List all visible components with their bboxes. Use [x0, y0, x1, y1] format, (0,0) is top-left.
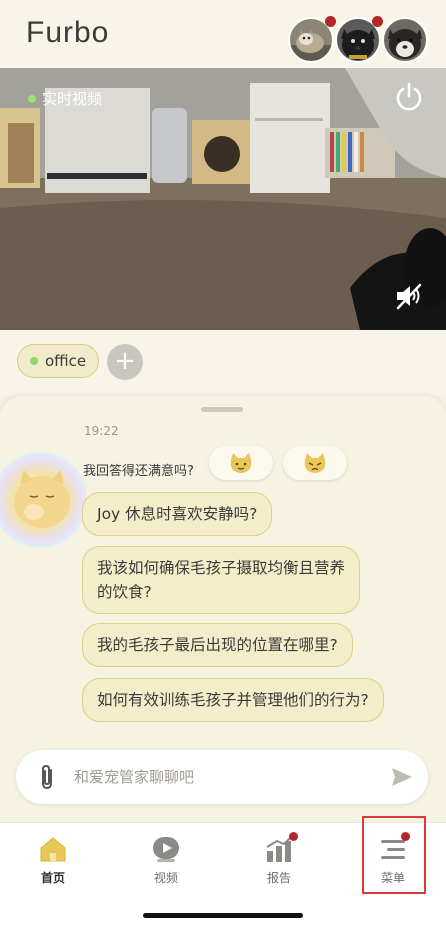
cat-bubble-mascot-icon [0, 452, 88, 548]
suggested-question[interactable]: 如何有效训练毛孩子并管理他们的行为? [82, 678, 384, 722]
nav-report[interactable]: 报告 [244, 831, 314, 897]
paperclip-icon [42, 764, 52, 790]
live-video-text: 实时视频 [42, 90, 103, 108]
happy-cat-icon [230, 453, 252, 473]
chat-timestamp: 19:22 [84, 424, 119, 438]
video-play-icon [153, 837, 179, 862]
online-status-dot [30, 357, 38, 365]
home-icon [40, 837, 66, 862]
pet-avatar-black-dog[interactable] [335, 16, 383, 63]
power-icon [396, 82, 422, 111]
nav-video-label: 视频 [153, 871, 178, 885]
app-header: Furbo [0, 0, 446, 68]
rate-happy-button[interactable] [209, 446, 273, 480]
suggestion-text: 如何有效训练毛孩子并管理他们的行为? [97, 691, 369, 709]
menu-highlight-box [362, 816, 426, 894]
shiba-avatar-image [382, 17, 428, 63]
speaker-muted-icon [396, 283, 422, 310]
device-name: office [45, 352, 87, 370]
suggestion-text: 我该如何确保毛孩子摄取均衡且营养 [97, 559, 346, 577]
live-video-label: 实时视频 [28, 88, 102, 109]
furbo-logo: Furbo [26, 16, 110, 49]
suggestion-text: 的饮食? [97, 583, 152, 601]
attach-button[interactable] [36, 763, 58, 791]
camera-power-button[interactable] [394, 82, 424, 112]
satisfaction-prompt: 我回答得还满意吗? [83, 464, 194, 479]
suggested-question[interactable]: Joy 休息时喜欢安静吗? [82, 492, 273, 536]
chat-input-bar [16, 750, 428, 804]
notification-dot [289, 832, 298, 841]
panel-drag-handle[interactable] [201, 407, 243, 412]
suggested-question[interactable]: 我该如何确保毛孩子摄取均衡且营养 的饮食? [82, 546, 361, 614]
send-button[interactable] [390, 766, 414, 788]
device-selector-row: office + [0, 330, 446, 396]
pet-avatar-shiba[interactable] [382, 17, 428, 63]
pet-avatar-cat[interactable] [288, 16, 336, 63]
ai-pet-assistant-avatar [0, 440, 88, 560]
nav-home[interactable]: 首页 [18, 831, 88, 897]
live-status-dot [28, 94, 36, 103]
rate-unhappy-button[interactable] [283, 446, 347, 480]
nav-video[interactable]: 视频 [131, 831, 201, 897]
notification-dot [372, 16, 383, 27]
device-chip-office[interactable]: office [17, 344, 100, 378]
send-arrow-icon [392, 768, 412, 786]
notification-dot [325, 16, 336, 27]
suggestion-text: 我的毛孩子最后出现的位置在哪里? [97, 636, 338, 654]
chat-message-input[interactable] [74, 762, 374, 792]
plus-icon: + [114, 346, 136, 376]
suggested-question[interactable]: 我的毛孩子最后出现的位置在哪里? [82, 623, 353, 667]
add-device-button[interactable]: + [107, 344, 143, 380]
nav-home-label: 首页 [40, 871, 65, 885]
nav-report-label: 报告 [266, 871, 291, 885]
home-indicator-bar [143, 913, 303, 918]
mute-audio-button[interactable] [394, 282, 424, 310]
grumpy-cat-icon [304, 453, 326, 473]
suggestion-text: Joy 休息时喜欢安静吗? [97, 505, 258, 523]
